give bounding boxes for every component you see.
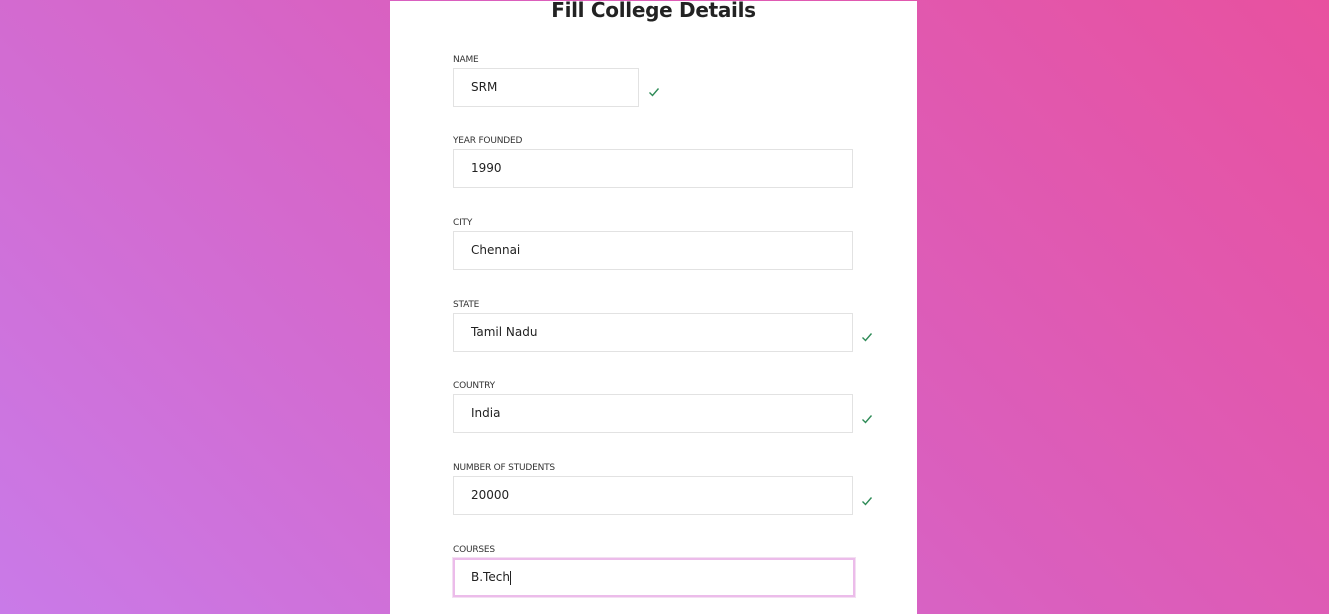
field-courses: COURSES B.Tech [453,543,855,597]
number-of-students-label: NUMBER OF STUDENTS [453,463,555,473]
country-check-icon [862,415,873,424]
college-form-card: Fill College Details NAME SRM YEAR FOUND… [390,1,917,614]
field-name: NAME SRM [453,53,639,107]
courses-input[interactable]: B.Tech [453,558,855,597]
field-city: CITY Chennai [453,216,853,270]
number-of-students-input[interactable]: 20000 [453,476,853,515]
name-input[interactable]: SRM [453,68,639,107]
country-input[interactable]: India [453,394,853,433]
country-label: COUNTRY [453,381,495,391]
field-year-founded: YEAR FOUNDED 1990 [453,134,853,188]
year-founded-label: YEAR FOUNDED [453,136,523,146]
page-title: Fill College Details [551,1,756,22]
field-country: COUNTRY India [453,379,853,433]
field-number-of-students: NUMBER OF STUDENTS 20000 [453,461,853,515]
state-check-icon [862,333,873,342]
name-label: NAME [453,55,479,65]
state-label: STATE [453,300,480,310]
courses-input-value: B.Tech [471,570,510,584]
text-caret [509,570,511,585]
city-input[interactable]: Chennai [453,231,853,270]
number-of-students-check-icon [862,497,873,506]
field-state: STATE Tamil Nadu [453,298,853,352]
city-label: CITY [453,218,473,228]
courses-label: COURSES [453,545,495,555]
year-founded-input[interactable]: 1990 [453,149,853,188]
state-input[interactable]: Tamil Nadu [453,313,853,352]
name-check-icon [649,88,660,97]
